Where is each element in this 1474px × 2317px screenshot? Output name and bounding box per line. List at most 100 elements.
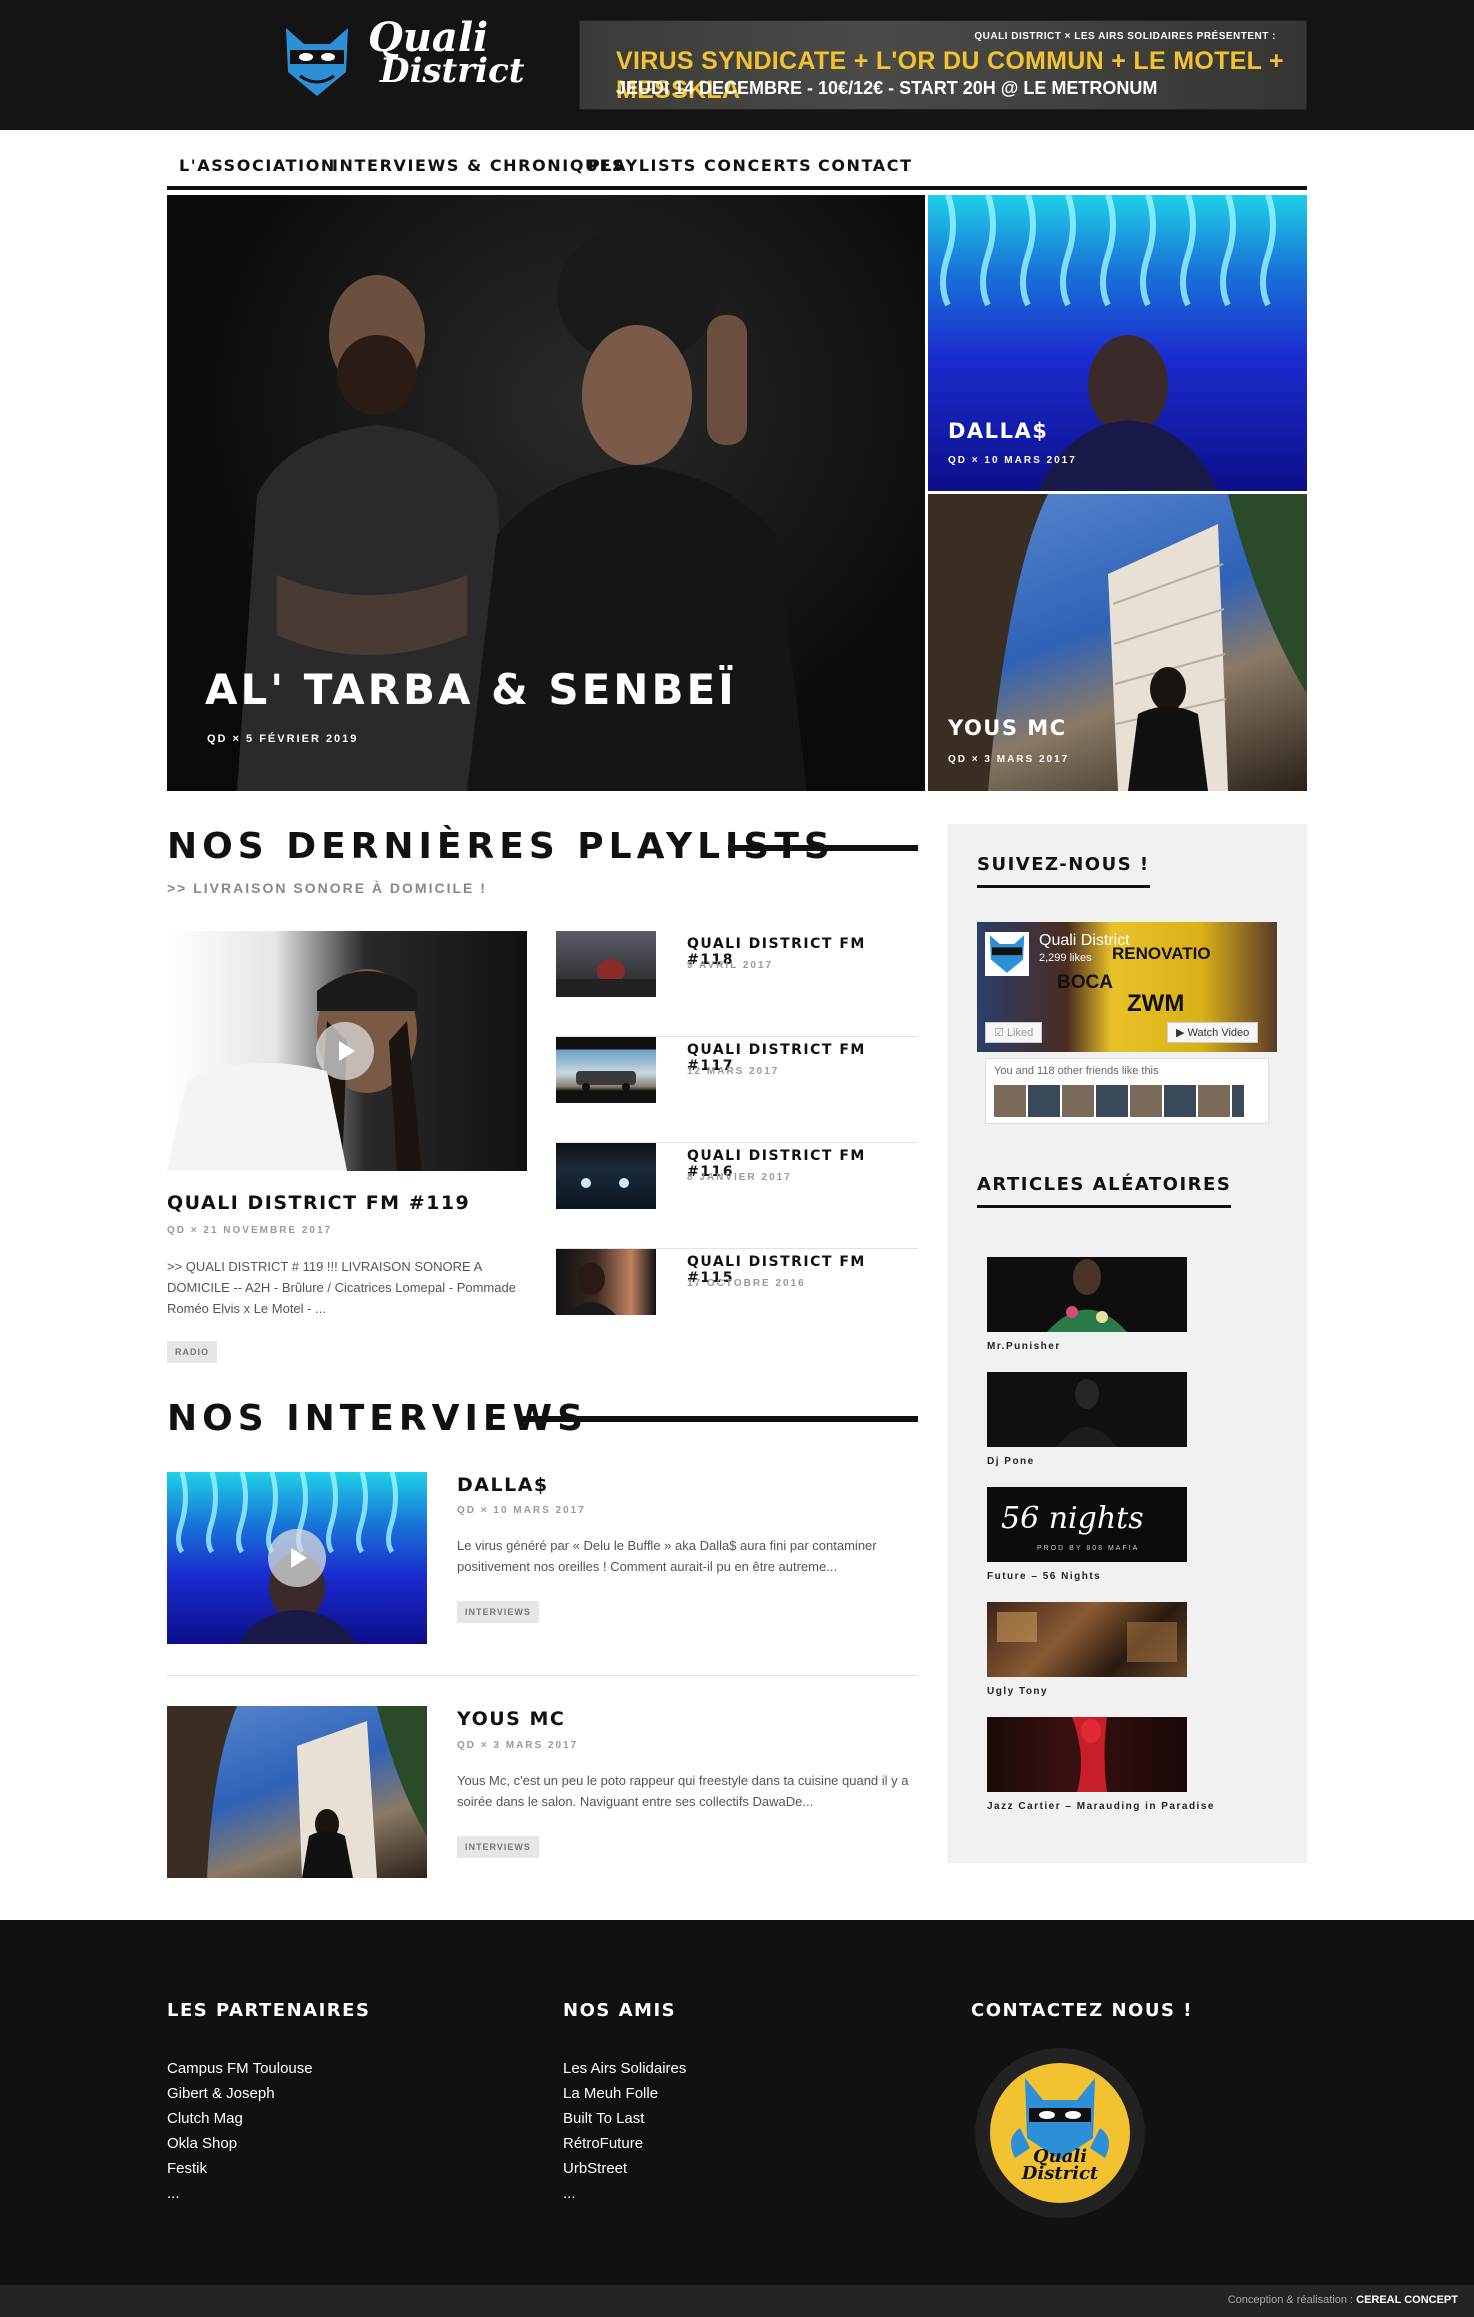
playlist-list-item[interactable]: QUALI DISTRICT FM #115 17 OCTOBRE 2016 bbox=[556, 1249, 918, 1355]
cat-mask-logo-icon[interactable] bbox=[282, 26, 352, 98]
playlist-list-item[interactable]: QUALI DISTRICT FM #116 8 JANVIER 2017 bbox=[556, 1143, 918, 1249]
category-tag-interviews[interactable]: INTERVIEWS bbox=[457, 1836, 539, 1858]
fb-page-name[interactable]: Quali District bbox=[1039, 932, 1130, 950]
random-article-title[interactable]: Mr.Punisher bbox=[987, 1341, 1061, 1352]
hero-feature-dallas[interactable]: DALLA$ QD × 10 MARS 2017 bbox=[928, 195, 1307, 491]
ugly-tony-image bbox=[997, 1612, 1177, 1662]
category-tag-radio[interactable]: RADIO bbox=[167, 1341, 217, 1363]
facebook-page-widget[interactable]: RENOVATIO BOCA ZWM Quali District 2,299 … bbox=[977, 922, 1277, 1132]
playlist-116-image bbox=[581, 1178, 629, 1188]
interview-meta: QD × 3 MARS 2017 bbox=[457, 1740, 579, 1751]
play-button[interactable] bbox=[316, 1022, 374, 1080]
playlist-list-item[interactable]: QUALI DISTRICT FM #117 12 MARS 2017 bbox=[556, 1037, 918, 1143]
interview-meta: QD × 10 MARS 2017 bbox=[457, 1505, 586, 1516]
interview-divider bbox=[167, 1675, 918, 1676]
playlist-thumbnail[interactable] bbox=[556, 1143, 656, 1209]
nav-item-contact[interactable]: CONTACT bbox=[818, 156, 913, 175]
random-article-thumbnail[interactable] bbox=[987, 1717, 1187, 1792]
friend-link[interactable]: RétroFuture bbox=[563, 2131, 686, 2156]
hero-yous-title[interactable]: YOUS MC bbox=[948, 716, 1067, 740]
hero-feature-yous[interactable]: YOUS MC QD × 3 MARS 2017 bbox=[928, 494, 1307, 791]
random-article-thumbnail[interactable]: 56 nights PROD BY 808 MAFIA bbox=[987, 1487, 1187, 1562]
site-logo-wordmark[interactable]: Quali District bbox=[368, 18, 525, 104]
partner-link[interactable]: Campus FM Toulouse bbox=[167, 2056, 313, 2081]
featured-playlist-title[interactable]: QUALI DISTRICT FM #119 bbox=[167, 1192, 470, 1214]
fb-watch-video-button[interactable]: ▶ Watch Video bbox=[1167, 1022, 1259, 1043]
hero-feature-main[interactable]: AL' TARBA & SENBEÏ QD × 5 FÉVRIER 2019 bbox=[167, 195, 925, 791]
fb-liked-label: Liked bbox=[1006, 1027, 1034, 1039]
playlist-list-item[interactable]: QUALI DISTRICT FM #118 9 AVRIL 2017 bbox=[556, 931, 918, 1037]
friend-link[interactable]: Les Airs Solidaires bbox=[563, 2056, 686, 2081]
nav-item-playlists[interactable]: PLAYLISTS bbox=[588, 156, 697, 175]
nav-item-association[interactable]: L'ASSOCIATION bbox=[179, 156, 336, 175]
playlist-date: 17 OCTOBRE 2016 bbox=[687, 1278, 806, 1289]
partner-link[interactable]: Okla Shop bbox=[167, 2131, 313, 2156]
banner-presenters: QUALI DISTRICT × LES AIRS SOLIDAIRES PRÉ… bbox=[974, 31, 1276, 42]
playlist-118-image bbox=[556, 959, 656, 997]
random-article-title[interactable]: Ugly Tony bbox=[987, 1686, 1048, 1697]
hero-dallas-title[interactable]: DALLA$ bbox=[948, 419, 1048, 443]
fifty-six-nights-prod: PROD BY 808 MAFIA bbox=[1037, 1545, 1140, 1552]
playlist-thumbnail[interactable] bbox=[556, 1037, 656, 1103]
friend-more: ... bbox=[563, 2185, 576, 2202]
sidebar: SUIVEZ-NOUS ! RENOVATIO BOCA ZWM Quali D… bbox=[947, 824, 1307, 1863]
partner-link[interactable]: Clutch Mag bbox=[167, 2106, 313, 2131]
featured-playlist-excerpt: >> QUALI DISTRICT # 119 !!! LIVRAISON SO… bbox=[167, 1259, 516, 1316]
mr-punisher-image bbox=[1047, 1259, 1127, 1332]
credit-link[interactable]: CEREAL CONCEPT bbox=[1356, 2294, 1458, 2306]
hero-dallas-meta: QD × 10 MARS 2017 bbox=[948, 455, 1077, 466]
category-tag-interviews[interactable]: INTERVIEWS bbox=[457, 1601, 539, 1623]
playlist-date: 8 JANVIER 2017 bbox=[687, 1172, 792, 1183]
friend-link[interactable]: UrbStreet bbox=[563, 2156, 686, 2181]
header-bar: Quali District QUALI DISTRICT × LES AIRS… bbox=[0, 0, 1474, 130]
fb-friend-avatars[interactable] bbox=[994, 1085, 1244, 1117]
random-article-title[interactable]: Future – 56 Nights bbox=[987, 1571, 1101, 1582]
friend-link[interactable]: La Meuh Folle bbox=[563, 2081, 686, 2106]
hero-yous-image bbox=[928, 494, 1307, 791]
contact-logo-badge[interactable]: Quali District bbox=[975, 2048, 1145, 2218]
nav-item-interviews[interactable]: INTERVIEWS & CHRONIQUES bbox=[332, 156, 625, 175]
nav-item-concerts[interactable]: CONCERTS bbox=[704, 156, 812, 175]
playlist-115-image bbox=[566, 1263, 616, 1315]
interview-thumbnail[interactable] bbox=[167, 1706, 427, 1878]
cat-mask-icon bbox=[989, 935, 1025, 973]
random-article-thumbnail[interactable] bbox=[987, 1372, 1187, 1447]
partner-link[interactable]: Festik bbox=[167, 2156, 313, 2181]
random-article-title[interactable]: Jazz Cartier – Marauding in Paradise bbox=[987, 1801, 1215, 1812]
playlists-subtitle: >> LIVRAISON SONORE À DOMICILE ! bbox=[167, 880, 487, 896]
fb-liked-button[interactable]: ☑ Liked bbox=[985, 1022, 1043, 1043]
follow-us-heading: SUIVEZ-NOUS ! bbox=[977, 854, 1150, 888]
hero-dallas-image bbox=[940, 195, 1276, 491]
random-articles-heading: ARTICLES ALÉATOIRES bbox=[977, 1174, 1232, 1208]
fb-friends-text: You and 118 other friends like this bbox=[994, 1065, 1159, 1077]
contact-logo-line-2: District bbox=[1021, 2163, 1099, 2185]
random-article-title[interactable]: Dj Pone bbox=[987, 1456, 1035, 1467]
fb-cover-text-3: ZWM bbox=[1127, 990, 1185, 1017]
event-banner[interactable]: QUALI DISTRICT × LES AIRS SOLIDAIRES PRÉ… bbox=[579, 20, 1307, 110]
thumbs-up-icon: ☑ bbox=[994, 1027, 1004, 1039]
fb-watch-label: Watch Video bbox=[1187, 1027, 1250, 1039]
credit-prefix: Conception & réalisation : bbox=[1227, 2294, 1354, 2306]
contact-logo-wordmark: Quali District bbox=[1015, 2148, 1105, 2185]
random-article-thumbnail[interactable] bbox=[987, 1602, 1187, 1677]
fb-friends-box: You and 118 other friends like this bbox=[985, 1058, 1269, 1124]
play-button[interactable] bbox=[268, 1529, 326, 1587]
playlist-thumbnail[interactable] bbox=[556, 1249, 656, 1315]
interview-title[interactable]: DALLA$ bbox=[457, 1474, 549, 1496]
playlist-date: 9 AVRIL 2017 bbox=[687, 960, 774, 971]
facebook-cover: RENOVATIO BOCA ZWM Quali District 2,299 … bbox=[977, 922, 1277, 1052]
fb-page-avatar[interactable] bbox=[985, 932, 1029, 976]
random-article-thumbnail[interactable] bbox=[987, 1257, 1187, 1332]
friend-link[interactable]: Built To Last bbox=[563, 2106, 686, 2131]
hero-main-title[interactable]: AL' TARBA & SENBEÏ bbox=[205, 665, 737, 714]
interview-title[interactable]: YOUS MC bbox=[457, 1708, 565, 1730]
playlist-thumbnail[interactable] bbox=[556, 931, 656, 997]
partner-link[interactable]: Gibert & Joseph bbox=[167, 2081, 313, 2106]
logo-line-2: District bbox=[380, 51, 525, 91]
playlist-date: 12 MARS 2017 bbox=[687, 1066, 780, 1077]
featured-playlist-thumbnail[interactable] bbox=[167, 931, 527, 1171]
interview-thumbnail[interactable] bbox=[167, 1472, 427, 1644]
partner-more: ... bbox=[167, 2185, 180, 2202]
cat-mascot-logo-icon bbox=[990, 2063, 1130, 2203]
fifty-six-nights-art: 56 nights bbox=[1001, 1501, 1144, 1536]
